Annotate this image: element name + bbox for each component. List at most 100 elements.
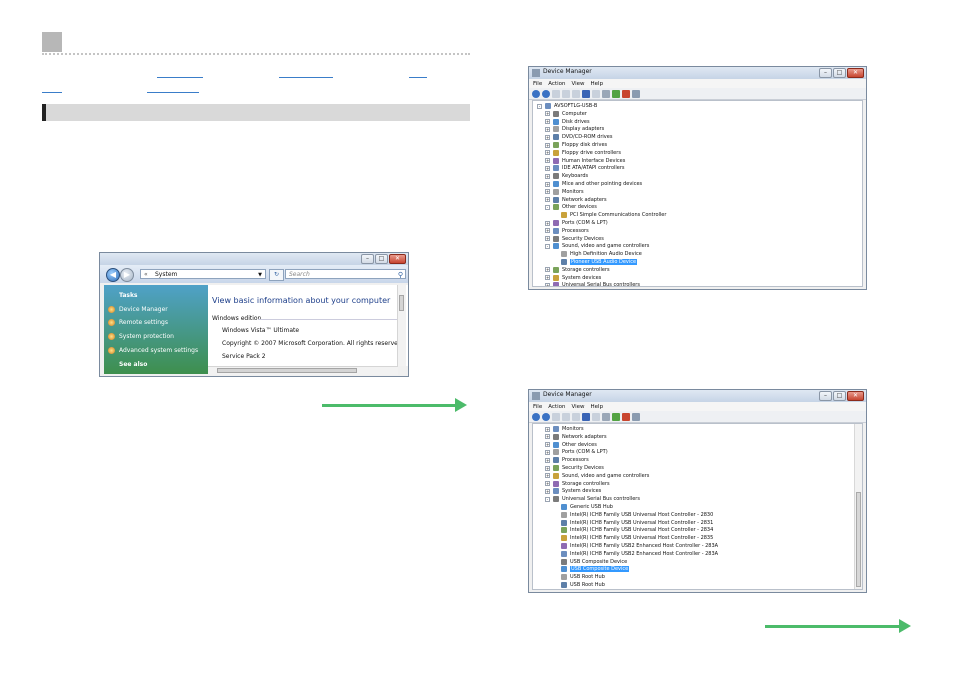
device-item[interactable]: High Definition Audio Device bbox=[553, 250, 642, 258]
device-category[interactable]: + Mice and other pointing devices bbox=[545, 180, 642, 188]
device-category[interactable]: + Processors bbox=[545, 227, 589, 235]
expand-icon[interactable]: + bbox=[545, 158, 550, 164]
device-category[interactable]: + Computer bbox=[545, 110, 587, 118]
back-button[interactable]: ◀ bbox=[106, 268, 120, 282]
collapse-icon[interactable]: - bbox=[545, 243, 550, 249]
collapse-icon[interactable]: - bbox=[537, 103, 542, 109]
device-item[interactable]: USB Composite Device bbox=[553, 558, 627, 566]
device-category[interactable]: + Human Interface Devices bbox=[545, 157, 625, 165]
forward-button[interactable]: ▶ bbox=[120, 268, 134, 282]
up-icon[interactable] bbox=[552, 89, 560, 98]
expand-icon[interactable]: + bbox=[545, 449, 550, 455]
task-device-manager[interactable]: Device Manager bbox=[108, 306, 168, 313]
list-icon[interactable] bbox=[572, 412, 580, 421]
collapse-icon[interactable]: - bbox=[545, 496, 550, 502]
device-category[interactable]: + Ports (COM & LPT) bbox=[545, 448, 608, 456]
device-item[interactable]: Intel(R) ICH8 Family USB2 Enhanced Host … bbox=[553, 542, 718, 550]
device-category[interactable]: - Universal Serial Bus controllers bbox=[545, 495, 640, 503]
device-category[interactable]: + Network adapters bbox=[545, 433, 607, 441]
device-category[interactable]: + Processors bbox=[545, 456, 589, 464]
view-icon[interactable] bbox=[592, 412, 600, 421]
menu-action[interactable]: Action bbox=[548, 404, 565, 410]
menu-file[interactable]: File bbox=[533, 81, 542, 87]
menu-view[interactable]: View bbox=[571, 81, 584, 87]
device-item[interactable]: USB Root Hub bbox=[553, 573, 605, 581]
task-remote-settings[interactable]: Remote settings bbox=[108, 319, 168, 326]
scroll-thumb[interactable] bbox=[856, 492, 861, 587]
expand-icon[interactable]: + bbox=[545, 111, 550, 117]
expand-icon[interactable]: + bbox=[545, 142, 550, 148]
forward-icon[interactable] bbox=[542, 412, 550, 421]
expand-icon[interactable]: + bbox=[545, 220, 550, 226]
properties-icon[interactable] bbox=[562, 412, 570, 421]
device-category[interactable]: + Floppy disk drives bbox=[545, 141, 607, 149]
update-driver-icon[interactable] bbox=[612, 89, 620, 98]
expand-icon[interactable]: + bbox=[545, 119, 550, 125]
expand-icon[interactable]: + bbox=[545, 481, 550, 487]
close-button[interactable]: ✕ bbox=[847, 68, 864, 78]
view-icon[interactable] bbox=[592, 89, 600, 98]
minimize-button[interactable]: – bbox=[819, 68, 832, 78]
device-category[interactable]: + Security Devices bbox=[545, 464, 604, 472]
expand-icon[interactable]: + bbox=[545, 197, 550, 203]
close-button[interactable]: ✕ bbox=[389, 254, 406, 264]
back-icon[interactable] bbox=[532, 89, 540, 98]
search-input[interactable]: Search ⚲ bbox=[285, 269, 406, 279]
link-underline[interactable] bbox=[42, 92, 62, 93]
expand-icon[interactable]: + bbox=[545, 267, 550, 273]
device-category[interactable]: + Security Devices bbox=[545, 235, 604, 243]
device-category[interactable]: + Display adapters bbox=[545, 125, 604, 133]
link-underline[interactable] bbox=[279, 77, 333, 78]
menu-help[interactable]: Help bbox=[591, 404, 604, 410]
update-driver-icon[interactable] bbox=[612, 412, 620, 421]
link-underline[interactable] bbox=[157, 77, 203, 78]
expand-icon[interactable]: + bbox=[545, 181, 550, 187]
device-category[interactable]: + Universal Serial Bus controllers bbox=[545, 281, 640, 286]
search-icon[interactable]: ⚲ bbox=[398, 270, 403, 280]
expand-icon[interactable]: + bbox=[545, 126, 550, 132]
collapse-icon[interactable]: - bbox=[545, 204, 550, 210]
list-icon[interactable] bbox=[572, 89, 580, 98]
device-item[interactable]: Generic USB Hub bbox=[553, 503, 613, 511]
device-item[interactable]: Intel(R) ICH8 Family USB Universal Host … bbox=[553, 519, 713, 527]
help-icon[interactable] bbox=[582, 89, 590, 98]
device-category[interactable]: + DVD/CD-ROM drives bbox=[545, 133, 612, 141]
expand-icon[interactable]: + bbox=[545, 150, 550, 156]
device-category[interactable]: + System devices bbox=[545, 487, 601, 495]
scroll-thumb[interactable] bbox=[399, 295, 404, 311]
up-icon[interactable] bbox=[552, 412, 560, 421]
menu-action[interactable]: Action bbox=[548, 81, 565, 87]
expand-icon[interactable]: + bbox=[545, 189, 550, 195]
device-item[interactable]: Pioneer USB Audio Device bbox=[553, 258, 638, 266]
expand-icon[interactable]: + bbox=[545, 457, 550, 463]
expand-icon[interactable]: + bbox=[545, 228, 550, 234]
expand-icon[interactable]: + bbox=[545, 134, 550, 140]
device-category[interactable]: + Network adapters bbox=[545, 196, 607, 204]
device-item[interactable]: USB Root Hub bbox=[553, 581, 605, 589]
menu-view[interactable]: View bbox=[571, 404, 584, 410]
expand-icon[interactable]: + bbox=[545, 236, 550, 242]
device-category[interactable]: + Keyboards bbox=[545, 172, 588, 180]
minimize-button[interactable]: – bbox=[361, 254, 374, 264]
maximize-button[interactable]: □ bbox=[833, 391, 846, 401]
disable-icon[interactable] bbox=[632, 412, 640, 421]
device-item[interactable]: Intel(R) ICH8 Family USB Universal Host … bbox=[553, 526, 713, 534]
menu-help[interactable]: Help bbox=[591, 81, 604, 87]
computer-node[interactable]: - AVSOFTLG-USB-B bbox=[537, 102, 597, 110]
device-category[interactable]: + Other devices bbox=[545, 441, 597, 449]
expand-icon[interactable]: + bbox=[545, 282, 550, 286]
device-item[interactable]: Intel(R) ICH8 Family USB Universal Host … bbox=[553, 511, 713, 519]
vertical-scrollbar[interactable] bbox=[397, 285, 406, 366]
vertical-scrollbar[interactable] bbox=[854, 424, 862, 589]
scan-icon[interactable] bbox=[602, 89, 610, 98]
task-advanced-settings[interactable]: Advanced system settings bbox=[108, 347, 198, 354]
device-category[interactable]: + Floppy drive controllers bbox=[545, 149, 621, 157]
maximize-button[interactable]: □ bbox=[833, 68, 846, 78]
expand-icon[interactable]: + bbox=[545, 426, 550, 432]
expand-icon[interactable]: + bbox=[545, 165, 550, 171]
link-underline[interactable] bbox=[147, 92, 199, 93]
scroll-thumb[interactable] bbox=[217, 368, 357, 373]
device-category[interactable]: + Disk drives bbox=[545, 118, 590, 126]
expand-icon[interactable]: + bbox=[545, 488, 550, 494]
device-category[interactable]: + Monitors bbox=[545, 188, 584, 196]
